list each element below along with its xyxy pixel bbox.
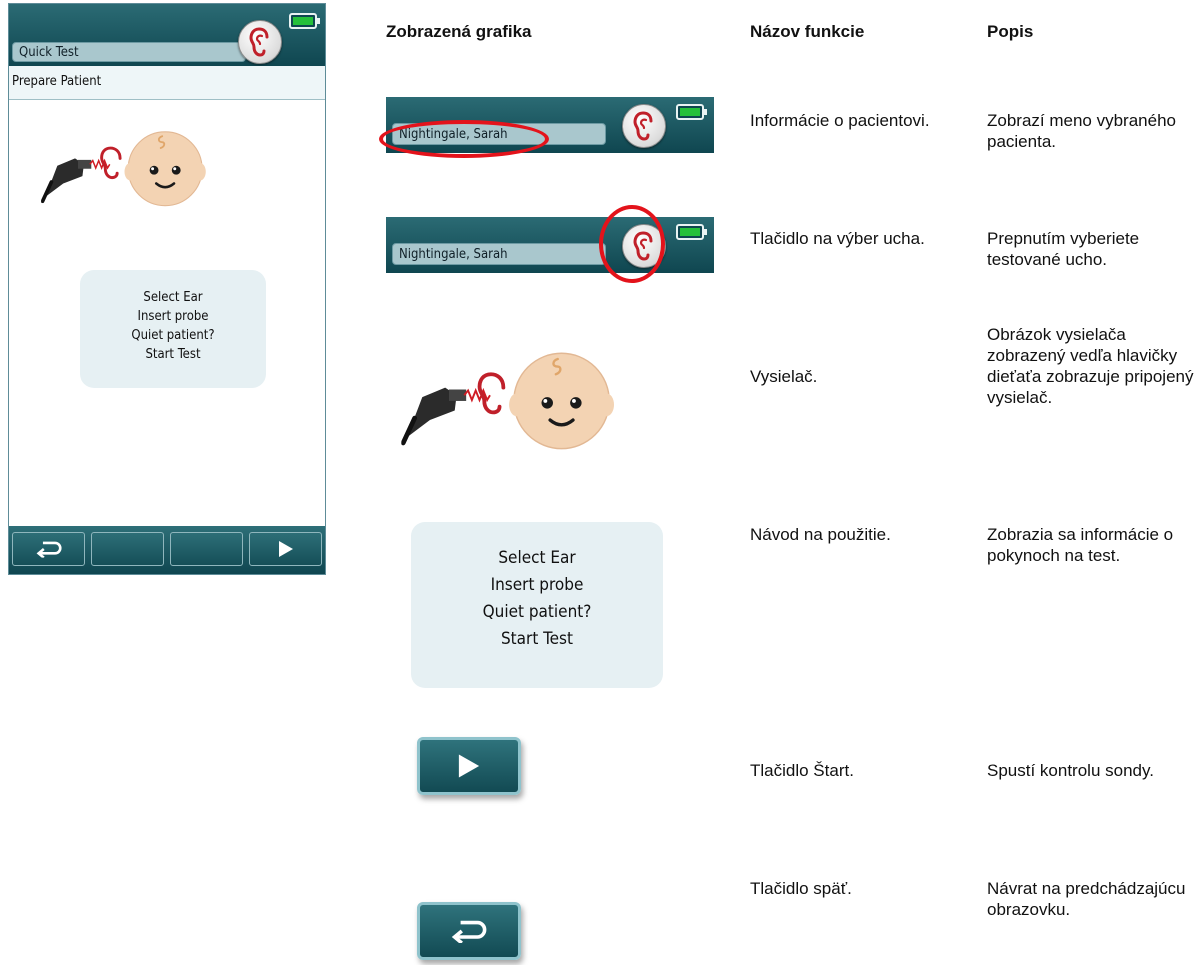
play-icon [278,541,293,557]
patient-name-field[interactable]: Quick Test [12,42,246,62]
instruction-line: Start Test [500,629,574,649]
back-arrow-icon [36,540,62,558]
back-button-graphic [417,902,521,960]
probe-baby-icon [400,338,622,462]
device-screen: Quick Test Prepare Patient Select Ear In… [8,3,326,575]
battery-icon [289,13,320,29]
back-button[interactable] [12,532,85,566]
device-header: Quick Test [9,4,325,66]
start-button-graphic [417,737,521,795]
header-graphic: Zobrazená grafika [386,22,532,41]
instruction-line: Insert probe [490,575,584,595]
instruction-line: Select Ear [498,548,576,568]
start-button[interactable] [249,532,322,566]
function-cell: Tlačidlo späť. [750,879,852,898]
description-cell: Zobrazia sa informácie o pokynoch na tes… [987,525,1174,565]
ear-button-graphic [622,104,666,148]
description-cell: Obrázok vysielača zobrazený vedľa hlavič… [987,325,1194,407]
ear-icon [248,27,272,57]
toolbar-button-3[interactable] [170,532,243,566]
header-description: Popis [987,22,1034,41]
instruction-line: Quiet patient? [131,328,215,343]
function-cell: Informácie o pacientovi. [750,111,930,130]
function-cell: Návod na použitie. [750,525,891,544]
instructions-graphic: Select Ear Insert probe Quiet patient? S… [411,522,663,688]
ear-icon [632,111,656,141]
function-cell: Tlačidlo na výber ucha. [750,229,925,248]
toolbar-button-2[interactable] [91,532,164,566]
instruction-line: Insert probe [137,309,209,324]
description-cell: Spustí kontrolu sondy. [987,761,1154,780]
screen-title: Prepare Patient [9,66,325,100]
header-function: Názov funkcie [750,22,865,41]
ear-select-button[interactable] [238,20,282,64]
probe-baby-icon [41,120,211,216]
device-toolbar [9,526,325,574]
instructions-box: Select Ear Insert probe Quiet patient? S… [80,270,266,388]
battery-icon [676,104,707,120]
battery-icon [676,224,707,240]
highlight-ring [379,120,549,158]
description-cell: Návrat na predchádzajúcu obrazovku. [987,879,1186,919]
patient-name-field: Nightingale, Sarah [392,243,606,265]
highlight-ring [599,205,665,283]
function-cell: Vysielač. [750,367,818,386]
back-arrow-icon [451,919,487,943]
description-cell: Prepnutím vyberiete testované ucho. [987,229,1140,269]
function-cell: Tlačidlo Štart. [750,761,854,780]
description-cell: Zobrazí meno vybraného pacienta. [987,111,1176,151]
instruction-line: Quiet patient? [482,602,592,622]
instruction-line: Select Ear [143,290,203,305]
play-icon [458,754,480,778]
instruction-line: Start Test [145,347,201,362]
